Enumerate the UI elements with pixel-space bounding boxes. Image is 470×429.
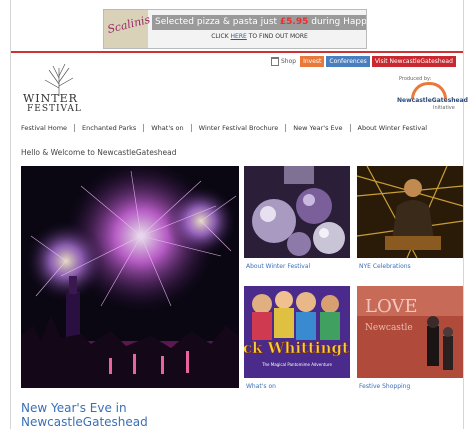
feature-heading[interactable]: New Year's Eve in NewcastleGateshead <box>21 401 148 429</box>
feature-line2: NewcastleGateshead <box>21 415 148 429</box>
fireworks-illustration <box>21 166 239 388</box>
hero-fireworks-image[interactable] <box>21 166 239 388</box>
tile-caption[interactable]: About Winter Festival <box>246 263 310 270</box>
tile-festive-shopping[interactable]: LOVE Newcastle <box>357 286 463 378</box>
ad-logo: Scalinis <box>104 10 151 48</box>
welcome-text: Hello & Welcome to NewcastleGateshead <box>21 148 177 157</box>
pantomime-poster: Dick Whittington The Magical Pantomime A… <box>244 286 350 378</box>
ad-headline: Selected pizza & pasta just £5.95 during… <box>152 15 366 30</box>
svg-text:Dick Whittington: Dick Whittington <box>244 339 350 357</box>
nav-item-brochure[interactable]: Winter Festival Brochure <box>192 124 287 132</box>
winter-festival-logo[interactable]: WINTER FESTIVAL <box>23 64 103 122</box>
visit-button[interactable]: Visit NewcastleGateshead <box>371 55 456 67</box>
ad-price: £5.95 <box>279 17 309 27</box>
nav-item-festival-home[interactable]: Festival Home <box>21 124 76 132</box>
partner-sub: Initiative <box>433 105 455 111</box>
partner-name: NewcastleGateshead <box>397 97 468 104</box>
shop-label: Shop <box>281 57 297 65</box>
ad-cta-link[interactable]: HERE <box>231 33 247 40</box>
conferences-button[interactable]: Conferences <box>326 55 370 67</box>
ad-banner[interactable]: Scalinis Selected pizza & pasta just £5.… <box>103 9 367 49</box>
logo-line2: FESTIVAL <box>27 104 82 114</box>
feature-line1: New Year's Eve in <box>21 401 127 415</box>
tile-about-winter-festival[interactable] <box>244 166 350 258</box>
shopping-bag-icon <box>271 56 279 66</box>
dj-illustration <box>357 166 463 258</box>
svg-text:LOVE: LOVE <box>365 296 418 317</box>
header-divider <box>11 51 463 53</box>
svg-text:The Magical Pantomime Adventur: The Magical Pantomime Adventure <box>261 362 332 367</box>
page-container: Scalinis Selected pizza & pasta just £5.… <box>10 0 468 429</box>
tile-whats-on[interactable]: Dick Whittington The Magical Pantomime A… <box>244 286 350 378</box>
baubles-illustration <box>244 166 350 258</box>
tile-caption[interactable]: NYE Celebrations <box>359 263 411 270</box>
nav-item-about[interactable]: About Winter Festival <box>351 124 435 132</box>
top-bar: Shop Invest Conferences Visit NewcastleG… <box>271 55 456 67</box>
main-nav: Festival Home Enchanted Parks What's on … <box>21 124 434 132</box>
tile-caption[interactable]: Festive Shopping <box>359 383 410 390</box>
tile-caption[interactable]: What's on <box>246 383 276 390</box>
svg-text:Newcastle: Newcastle <box>365 323 413 333</box>
partner-logo[interactable]: NewcastleGateshead Initiative <box>397 82 468 112</box>
nav-item-new-years-eve[interactable]: New Year's Eve <box>286 124 351 132</box>
invest-button[interactable]: Invest <box>300 55 325 67</box>
tile-nye-celebrations[interactable] <box>357 166 463 258</box>
love-sign-illustration: LOVE Newcastle <box>357 286 463 378</box>
ad-cta: CLICK HERE TO FIND OUT MORE <box>211 33 308 40</box>
shop-link[interactable]: Shop <box>271 56 297 66</box>
nav-item-whats-on[interactable]: What's on <box>144 124 192 132</box>
nav-item-enchanted-parks[interactable]: Enchanted Parks <box>75 124 145 132</box>
